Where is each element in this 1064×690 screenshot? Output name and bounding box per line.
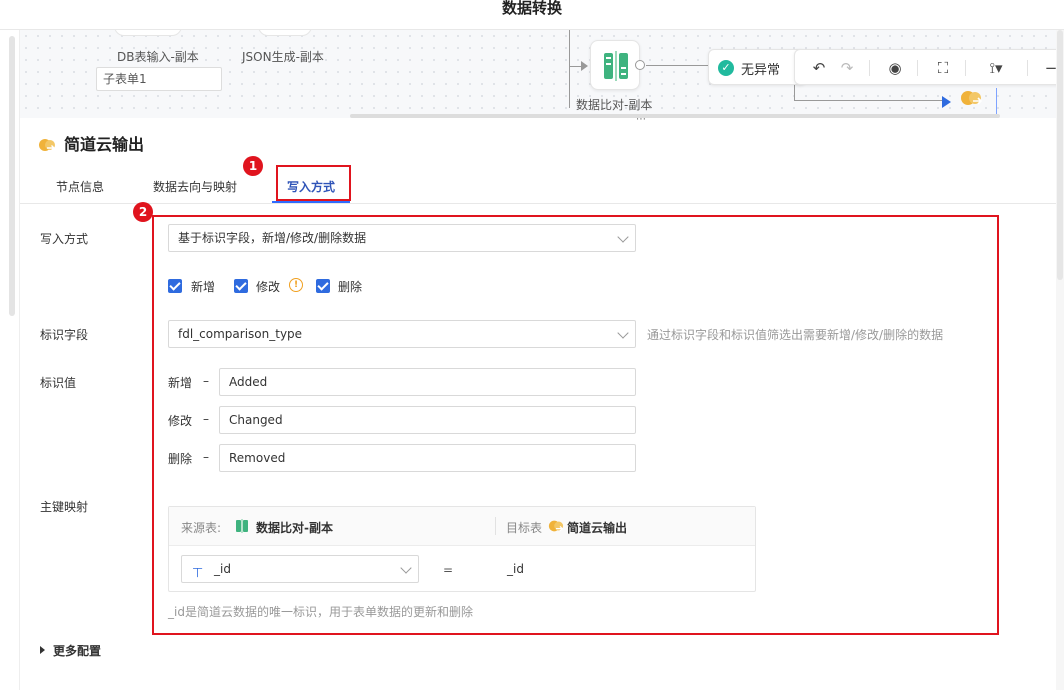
checkbox-modify[interactable] bbox=[234, 279, 248, 293]
chevron-down-icon bbox=[617, 231, 629, 243]
compare-node[interactable] bbox=[590, 40, 640, 90]
redo-icon[interactable]: ↷ bbox=[837, 58, 857, 78]
target-table-key: 目标表 bbox=[506, 521, 543, 535]
write-mode-value: 基于标识字段，新增/修改/删除数据 bbox=[178, 231, 367, 245]
resize-handle[interactable]: ⋯ bbox=[636, 114, 647, 125]
highlight-box-tab bbox=[276, 165, 351, 201]
pk-hint: _id是简道云数据的唯一标识，用于表单数据的更新和删除 bbox=[168, 605, 473, 619]
id-value-delete-input[interactable]: Removed bbox=[219, 444, 636, 472]
toolbar-divider bbox=[917, 60, 918, 76]
config-panel: 简道云输出 节点信息 数据去向与映射 写入方式 1 2 写入方式 基于标识字段，… bbox=[20, 118, 1056, 690]
text-type-icon: ⊤ bbox=[192, 566, 204, 581]
id-value-label: 标识值 bbox=[40, 376, 77, 390]
id-field-value: fdl_comparison_type bbox=[178, 327, 303, 341]
step-badge-1: 1 bbox=[243, 156, 263, 176]
flow-canvas[interactable]: DB表输入-副本 JSON生成-副本 子表单1 数据比对-副本 ✓ 无异常 ↶ … bbox=[20, 30, 1064, 118]
id-value-modify-label: 修改 bbox=[168, 414, 193, 428]
caret-right-icon bbox=[40, 646, 45, 654]
more-config-label: 更多配置 bbox=[53, 644, 102, 658]
chevron-down-icon bbox=[400, 562, 412, 574]
toolbar-divider bbox=[869, 60, 870, 76]
left-scrollbar-track bbox=[0, 30, 20, 690]
json-node[interactable] bbox=[258, 30, 312, 36]
more-config-toggle[interactable]: 更多配置 bbox=[40, 642, 101, 659]
panel-title: 简道云输出 bbox=[64, 135, 145, 154]
output-port[interactable] bbox=[635, 60, 645, 70]
compare-icon bbox=[604, 51, 628, 81]
id-field-hint: 通过标识字段和标识值筛选出需要新增/修改/删除的数据 bbox=[647, 328, 944, 342]
step-badge-2: 2 bbox=[133, 202, 153, 222]
id-field-select[interactable]: fdl_comparison_type bbox=[168, 320, 636, 348]
fit-screen-icon[interactable]: ⛶ bbox=[933, 58, 953, 78]
toolbar-divider bbox=[1027, 60, 1028, 76]
toolbar-divider bbox=[965, 60, 966, 76]
connector-line bbox=[794, 100, 944, 101]
status-text: 无异常 bbox=[741, 63, 781, 78]
arrow-icon bbox=[581, 61, 588, 71]
target-field-value: _id bbox=[507, 562, 524, 576]
undo-icon[interactable]: ↶ bbox=[809, 58, 829, 78]
tab-active-indicator bbox=[272, 201, 350, 203]
chevron-down-icon bbox=[617, 327, 629, 339]
pk-mapping-header: 来源表: 数据比对-副本 目标表 简道云输出 bbox=[169, 507, 755, 546]
id-value-sep: – bbox=[203, 374, 209, 388]
id-field-label: 标识字段 bbox=[40, 328, 89, 342]
checkbox-add-label: 新增 bbox=[191, 280, 216, 294]
jdy-output-icon bbox=[548, 520, 564, 532]
tab-data-mapping[interactable]: 数据去向与映射 bbox=[153, 178, 237, 195]
checkbox-delete[interactable] bbox=[316, 279, 330, 293]
app-root: 数据转换 DB表输入-副本 JSON生成-副本 子表单1 数据比对-副本 ✓ 无… bbox=[0, 0, 1064, 690]
id-value-add-input[interactable]: Added bbox=[219, 368, 636, 396]
jdy-output-icon bbox=[39, 139, 55, 151]
header-divider bbox=[495, 517, 496, 535]
target-table-name: 简道云输出 bbox=[567, 521, 628, 535]
id-value-delete-label: 删除 bbox=[168, 452, 193, 466]
tab-node-info[interactable]: 节点信息 bbox=[56, 178, 104, 195]
right-scrollbar-track bbox=[1056, 30, 1064, 690]
source-table-key: 来源表: bbox=[181, 521, 222, 535]
equals-sign: = bbox=[443, 563, 454, 577]
right-scrollbar-thumb[interactable] bbox=[1057, 30, 1063, 280]
id-value-add-label: 新增 bbox=[168, 376, 193, 390]
pk-mapping-table: 来源表: 数据比对-副本 目标表 简道云输出 ⊤ _id = _id bbox=[168, 506, 756, 592]
route-icon[interactable]: ⟟▾ bbox=[981, 58, 1011, 78]
write-mode-label: 写入方式 bbox=[40, 232, 89, 246]
checkbox-add[interactable] bbox=[168, 279, 182, 293]
canvas-toolbar: ↶ ↷ ◉ ⛶ ⟟▾ − bbox=[794, 49, 1064, 85]
warning-icon[interactable]: ! bbox=[289, 278, 303, 292]
id-value-modify-input[interactable]: Changed bbox=[219, 406, 636, 434]
source-table-name: 数据比对-副本 bbox=[256, 521, 333, 535]
write-mode-select[interactable]: 基于标识字段，新增/修改/删除数据 bbox=[168, 224, 636, 252]
db-input-node[interactable] bbox=[114, 30, 182, 36]
checkbox-modify-label: 修改 bbox=[256, 280, 281, 294]
jdy-output-node-icon[interactable] bbox=[959, 88, 985, 108]
compare-icon bbox=[236, 519, 248, 533]
source-field-value: _id bbox=[214, 562, 231, 576]
id-value-sep: – bbox=[203, 412, 209, 426]
json-node-label: JSON生成-副本 bbox=[242, 50, 324, 64]
compare-node-label: 数据比对-副本 bbox=[576, 98, 653, 112]
connector-line bbox=[569, 30, 570, 108]
page-title: 数据转换 bbox=[501, 0, 562, 17]
checkbox-delete-label: 删除 bbox=[338, 280, 363, 294]
left-scrollbar-thumb[interactable] bbox=[9, 36, 15, 316]
status-indicator[interactable]: ✓ 无异常 bbox=[708, 49, 806, 85]
tab-bar: 节点信息 数据去向与映射 写入方式 bbox=[20, 168, 1056, 204]
connector-line bbox=[646, 65, 708, 66]
check-circle-icon: ✓ bbox=[718, 60, 734, 76]
title-bar: 数据转换 bbox=[0, 0, 1064, 30]
arrow-icon bbox=[942, 96, 951, 108]
db-input-node-label: DB表输入-副本 bbox=[117, 50, 199, 64]
subform-select[interactable]: 子表单1 bbox=[96, 67, 222, 91]
pk-mapping-label: 主键映射 bbox=[40, 500, 89, 514]
id-value-sep: – bbox=[203, 450, 209, 464]
source-field-select[interactable]: ⊤ _id bbox=[181, 555, 419, 583]
eye-icon[interactable]: ◉ bbox=[885, 58, 905, 78]
